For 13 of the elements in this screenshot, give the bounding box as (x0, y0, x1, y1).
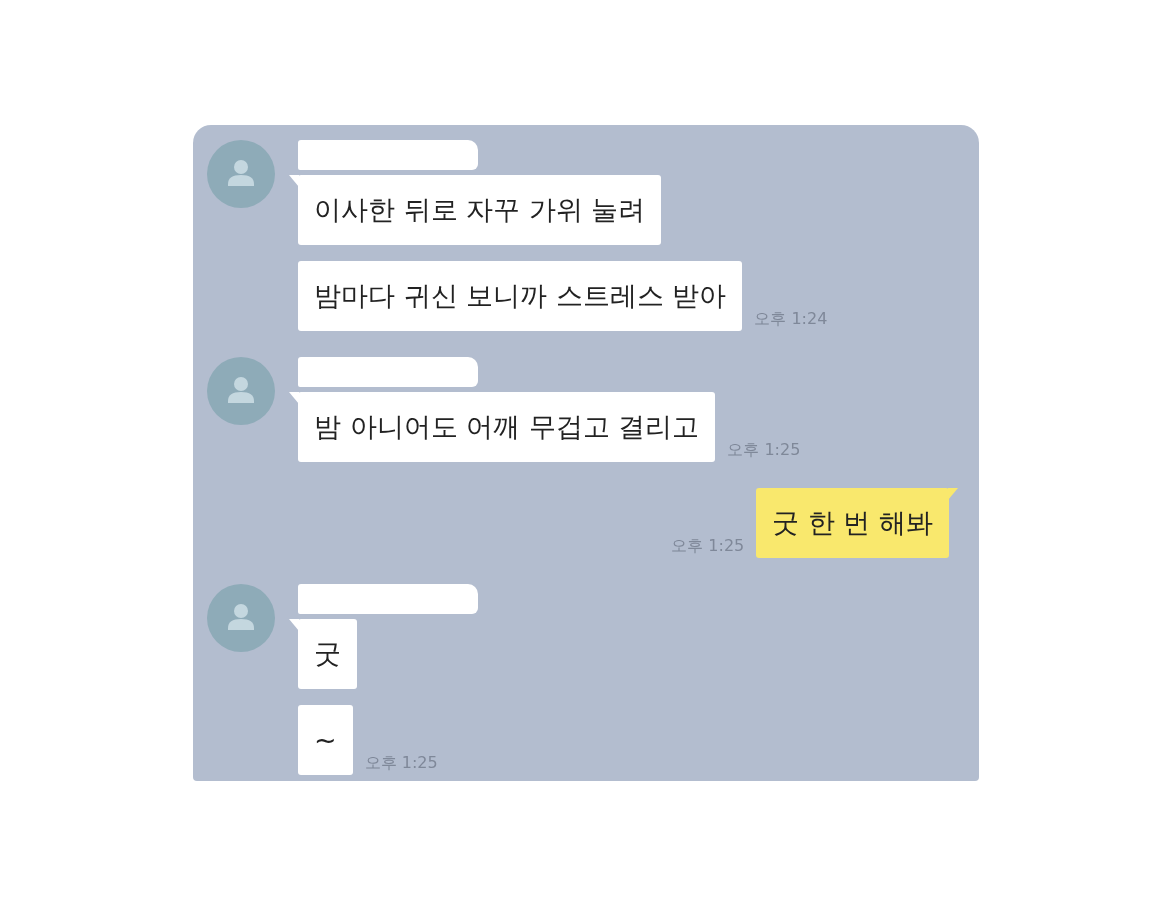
message-bubble: 밤 아니어도 어깨 무겁고 결리고 (298, 392, 716, 462)
message-bubble: ~ (298, 705, 353, 775)
message-bubble: 굿 (298, 619, 357, 689)
bubble-tail (289, 392, 299, 404)
avatar-icon[interactable] (207, 357, 275, 425)
bubble-tail (289, 619, 299, 631)
avatar-icon[interactable] (207, 584, 275, 652)
bubble-tail (289, 175, 299, 187)
message-bubble: 밤마다 귀신 보니까 스트레스 받아 (298, 261, 743, 331)
avatar-icon[interactable] (207, 140, 275, 208)
bubble-tail (948, 488, 958, 500)
message-bubble: 굿 한 번 해봐 (756, 488, 949, 558)
message-bubble: 이사한 뒤로 자꾸 가위 눌려 (298, 175, 662, 245)
